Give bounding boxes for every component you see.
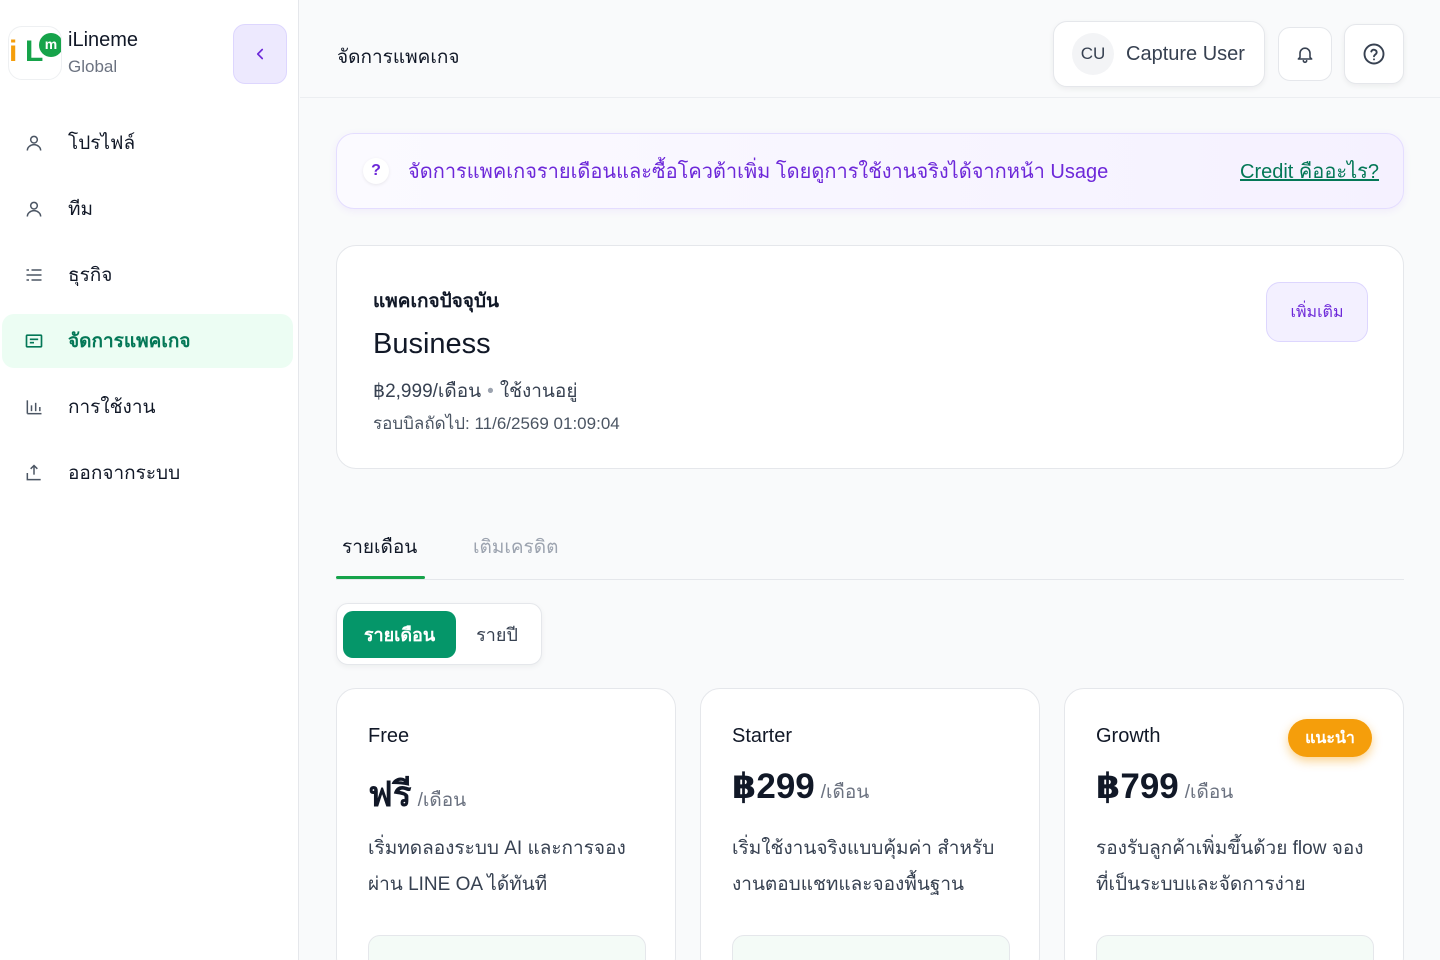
- separator-dot: •: [487, 381, 494, 402]
- notifications-button[interactable]: [1278, 27, 1332, 81]
- bar-chart-icon: [24, 397, 44, 417]
- logo-letter-m: m: [39, 33, 61, 57]
- brand-subtitle: Global: [68, 57, 118, 76]
- plan-price-value: ฟรี: [368, 775, 412, 814]
- sidebar-item-business[interactable]: ธุรกิจ: [2, 248, 293, 302]
- billing-yearly-option[interactable]: รายปี: [458, 611, 536, 658]
- active-tab-indicator: [336, 576, 425, 579]
- banner-text: จัดการแพคเกจรายเดือนและซื้อโควต้าเพิ่ม โ…: [408, 161, 1109, 183]
- sidebar-item-profile[interactable]: โปรไฟล์: [2, 116, 293, 170]
- plan-price-period: /เดือน: [820, 782, 870, 803]
- sidebar-item-label: จัดการแพคเกจ: [68, 331, 191, 352]
- list-icon: [24, 265, 44, 285]
- brand-logo: i L m: [8, 26, 62, 80]
- sidebar-item-label: ทีม: [68, 199, 94, 220]
- plan-description: เริ่มทดลองระบบ AI และการจองผ่าน LINE OA …: [368, 838, 626, 895]
- logo-letter-i: i: [9, 35, 17, 68]
- plan-name: Free: [368, 725, 410, 747]
- current-package-label: แพคเกจปัจจุบัน: [373, 291, 499, 312]
- current-package-card: แพคเกจปัจจุบัน Business ฿2,999/เดือน • ใช้…: [336, 245, 1404, 469]
- billing-period-toggle: รายเดือน รายปี: [336, 603, 542, 665]
- user-icon: [24, 133, 44, 153]
- sidebar-item-package[interactable]: จัดการแพคเกจ: [2, 314, 293, 368]
- sidebar-item-label: ธุรกิจ: [68, 265, 113, 286]
- credit-info-link[interactable]: Credit คืออะไร?: [1240, 155, 1379, 187]
- plan-card-growth: Growth แนะนำ ฿799/เดือน รองรับลูกค้าเพิ่…: [1064, 688, 1404, 960]
- add-more-button[interactable]: เพิ่มเติม: [1266, 282, 1368, 342]
- sidebar: i L m iLineme Global โปรไฟล์ ทีม ธุรกิจ …: [0, 0, 299, 960]
- billing-monthly-option[interactable]: รายเดือน: [343, 611, 456, 658]
- package-tabs: รายเดือน เติมเครดิต: [336, 520, 1404, 580]
- sidebar-item-team[interactable]: ทีม: [2, 182, 293, 236]
- brand-name: iLineme: [68, 29, 139, 51]
- avatar: CU: [1072, 33, 1114, 75]
- tab-topup-credit[interactable]: เติมเครดิต: [473, 532, 558, 580]
- plan-description: เริ่มใช้งานจริงแบบคุ้มค่า สำหรับงานตอบแช…: [732, 838, 995, 895]
- sidebar-item-label: การใช้งาน: [68, 397, 156, 418]
- plan-price-value: ฿799: [1096, 767, 1179, 806]
- tab-monthly[interactable]: รายเดือน: [342, 532, 417, 580]
- card-icon: [24, 331, 44, 351]
- info-banner: ? จัดการแพคเกจรายเดือนและซื้อโควต้าเพิ่ม…: [336, 133, 1404, 209]
- sidebar-item-usage[interactable]: การใช้งาน: [2, 380, 293, 434]
- page-title: จัดการแพคเกจ: [337, 47, 460, 68]
- user-menu-button[interactable]: CU Capture User: [1053, 21, 1265, 87]
- logout-icon: [24, 463, 44, 483]
- bell-icon: [1297, 47, 1313, 64]
- question-icon: ?: [363, 158, 389, 184]
- plan-price-period: /เดือน: [417, 790, 467, 811]
- brand[interactable]: i L m iLineme Global: [8, 26, 138, 80]
- plan-price: ฟรี/เดือน: [368, 767, 466, 822]
- next-billing-date: รอบบิลถัดไป: 11/6/2569 01:09:04: [373, 414, 620, 433]
- plan-price-period: /เดือน: [1184, 782, 1234, 803]
- plan-price: ฿299/เดือน: [732, 767, 869, 807]
- plan-select-button[interactable]: [1096, 935, 1374, 960]
- plan-price-value: ฿299: [732, 767, 815, 806]
- current-plan-status: ใช้งานอยู่: [499, 381, 578, 402]
- help-button[interactable]: [1344, 24, 1404, 84]
- recommended-badge: แนะนำ: [1288, 719, 1372, 757]
- plan-card-free: Free ฟรี/เดือน เริ่มทดลองระบบ AI และการจ…: [336, 688, 676, 960]
- plan-select-button[interactable]: [732, 935, 1010, 960]
- plan-card-starter: Starter ฿299/เดือน เริ่มใช้งานจริงแบบคุ้…: [700, 688, 1040, 960]
- current-plan-name: Business: [373, 328, 491, 360]
- plan-price: ฿799/เดือน: [1096, 767, 1233, 807]
- sidebar-item-label: ออกจากระบบ: [68, 463, 181, 484]
- sidebar-item-label: โปรไฟล์: [68, 133, 136, 154]
- plan-name: Growth: [1096, 725, 1161, 747]
- current-plan-price-value: ฿2,999/เดือน: [373, 381, 482, 402]
- top-header: จัดการแพคเกจ CU Capture User: [300, 0, 1440, 98]
- user-icon: [24, 199, 44, 219]
- user-name: Capture User: [1126, 42, 1245, 65]
- plan-select-button[interactable]: [368, 935, 646, 960]
- help-circle-icon: [1363, 43, 1385, 65]
- plan-description: รองรับลูกค้าเพิ่มขึ้นด้วย flow จองที่เป็…: [1096, 838, 1364, 895]
- current-plan-price: ฿2,999/เดือน • ใช้งานอยู่: [373, 376, 577, 406]
- chevron-left-icon: [256, 48, 264, 60]
- sidebar-collapse-button[interactable]: [233, 24, 287, 84]
- sidebar-item-logout[interactable]: ออกจากระบบ: [2, 446, 293, 500]
- sidebar-nav: โปรไฟล์ ทีม ธุรกิจ จัดการแพคเกจ การใช้งา…: [0, 116, 299, 512]
- plan-name: Starter: [732, 725, 793, 747]
